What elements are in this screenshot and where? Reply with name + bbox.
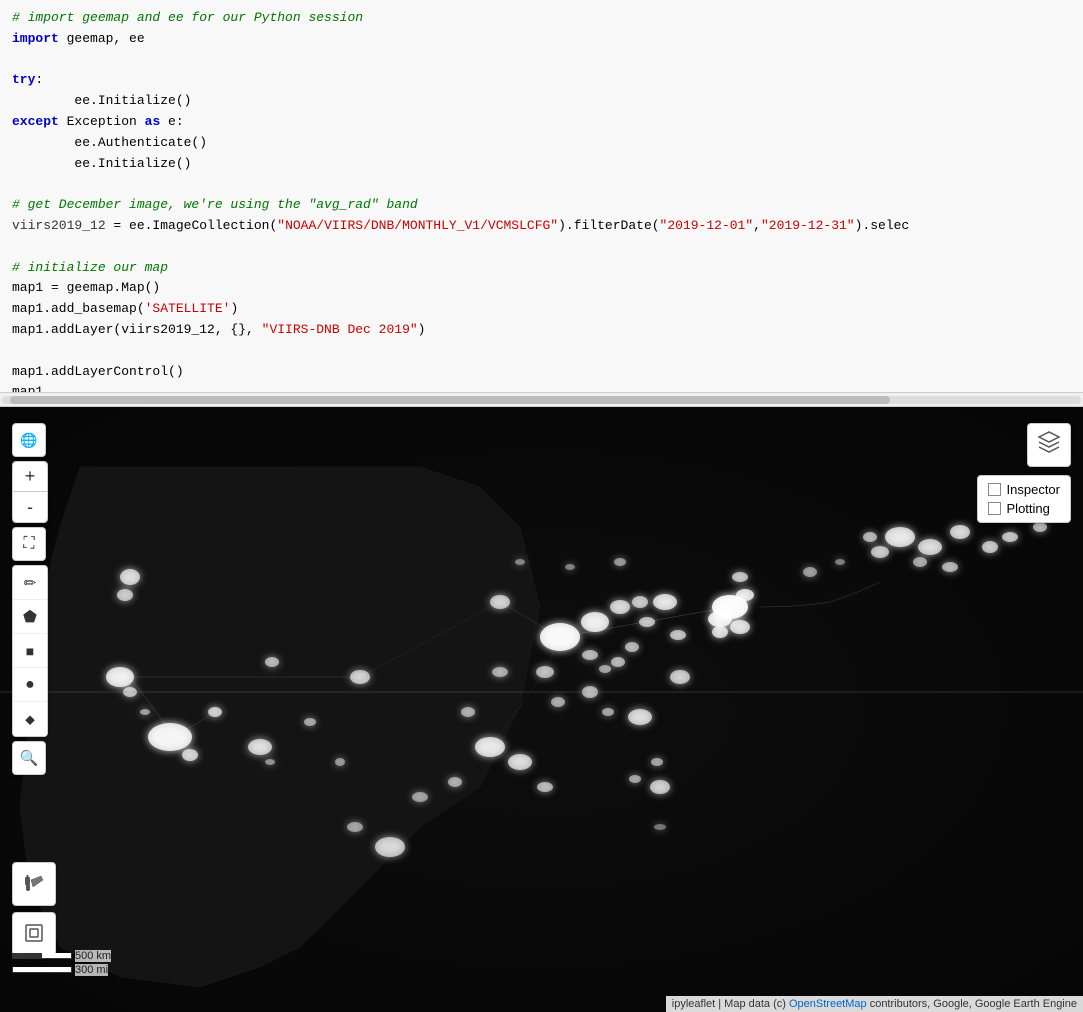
map-container[interactable]: 🌐 + - ⛶ ✏ ⬟ ■ ● ⬥ [0,407,1083,1012]
zoom-out-button[interactable]: - [13,492,47,522]
draw-tools-group: ✏ ⬟ ■ ● ⬥ [12,565,48,737]
paint-button[interactable] [12,862,56,906]
pencil-draw-button[interactable]: ✏ [13,566,47,600]
circle-icon: ● [25,676,35,694]
frame-icon [23,922,45,947]
pencil-icon: ✏ [24,574,37,592]
map-controls-left: 🌐 + - ⛶ ✏ ⬟ ■ ● ⬥ [12,423,48,775]
fullscreen-icon: ⛶ [23,536,34,552]
scale-km-label: 500 km [75,950,111,962]
map-controls-top-right: Inspector Plotting [977,423,1071,523]
code-content: # import geemap and ee for our Python se… [12,8,1071,393]
inspector-checkbox[interactable] [988,483,1001,496]
inspector-label: Inspector [1007,482,1060,497]
attribution-bar: ipyleaflet | Map data (c) OpenStreetMap … [666,996,1083,1012]
globe-button[interactable]: 🌐 [12,423,46,457]
rectangle-icon: ■ [26,643,34,659]
zoom-in-button[interactable]: + [13,462,47,492]
rectangle-draw-button[interactable]: ■ [13,634,47,668]
attribution-text: ipyleaflet | Map data (c) [672,998,789,1010]
scale-mi-label: 300 mi [75,964,108,976]
layers-button[interactable] [1027,423,1071,467]
attribution-text-2: contributors, Google, Google Earth Engin… [867,998,1077,1010]
osm-link[interactable]: OpenStreetMap [789,998,867,1010]
map-controls-bottom-left [12,862,56,956]
inspector-row: Inspector [988,482,1060,497]
map-background [0,407,1083,1012]
plotting-row: Plotting [988,501,1060,516]
inspector-panel: Inspector Plotting [977,475,1071,523]
scale-bar: 500 km 300 mi [12,950,111,978]
marker-icon: ⬥ [25,711,35,728]
scrollbar-track[interactable] [2,396,1081,404]
polygon-draw-button[interactable]: ⬟ [13,600,47,634]
plotting-label: Plotting [1007,501,1050,516]
plotting-checkbox[interactable] [988,502,1001,515]
search-button[interactable]: 🔍 [12,741,46,775]
circle-draw-button[interactable]: ● [13,668,47,702]
paint-icon [23,872,45,897]
fullscreen-button[interactable]: ⛶ [12,527,46,561]
horizontal-scrollbar[interactable] [0,393,1083,407]
zoom-group: + - [12,461,48,523]
code-editor[interactable]: # import geemap and ee for our Python se… [0,0,1083,393]
search-icon: 🔍 [20,749,39,767]
scrollbar-thumb[interactable] [10,396,890,404]
layers-icon [1037,430,1061,460]
marker-button[interactable]: ⬥ [13,702,47,736]
polygon-icon: ⬟ [23,607,37,627]
